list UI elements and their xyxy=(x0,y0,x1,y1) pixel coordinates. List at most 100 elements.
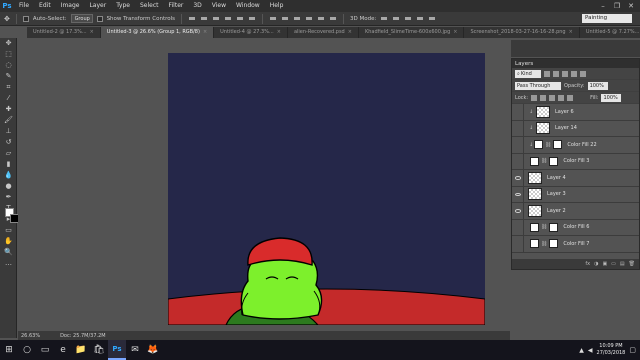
blend-mode-dropdown[interactable]: Pass Through xyxy=(515,81,561,90)
photoshop-icon[interactable]: Ps xyxy=(108,340,126,360)
layer-row[interactable]: Layer 2 xyxy=(512,202,639,220)
notifications-icon[interactable]: ▢ xyxy=(629,346,636,354)
new-layer-icon[interactable]: ▤ xyxy=(620,261,625,267)
lock-transparent-icon[interactable] xyxy=(531,94,538,101)
menu-file[interactable]: File xyxy=(14,0,34,12)
lock-all-icon[interactable] xyxy=(567,94,574,101)
fill-input[interactable]: 100% xyxy=(601,93,622,102)
fill-layer-thumbnail[interactable] xyxy=(530,239,539,249)
align-left-icon[interactable] xyxy=(224,15,232,23)
menu-layer[interactable]: Layer xyxy=(84,0,111,12)
layers-panel-title[interactable]: Layers xyxy=(515,61,533,67)
layer-row[interactable]: Layer 4 xyxy=(512,169,639,187)
lasso-tool-icon[interactable]: ◌ xyxy=(0,60,17,71)
close-tab-icon[interactable]: × xyxy=(453,29,457,35)
document-canvas[interactable] xyxy=(168,53,485,325)
crop-tool-icon[interactable]: ⌗ xyxy=(0,82,17,93)
layer-mask-thumbnail[interactable] xyxy=(553,140,563,150)
fill-layer-thumbnail[interactable] xyxy=(530,222,539,232)
layer-thumbnail[interactable] xyxy=(528,188,542,201)
add-mask-icon[interactable]: ▣ xyxy=(602,261,607,267)
3d-scale-icon[interactable] xyxy=(428,15,436,23)
lock-position-icon[interactable] xyxy=(549,94,556,101)
document-tab[interactable]: Khadfield_SlimeTime-600x600.jpg × xyxy=(358,27,465,38)
document-tab[interactable]: alien-Recovered.psd × xyxy=(287,27,359,38)
menu-image[interactable]: Image xyxy=(56,0,85,12)
auto-select-dropdown[interactable]: Group xyxy=(70,14,93,23)
volume-icon[interactable]: ◀ xyxy=(588,347,593,354)
3d-drag-icon[interactable] xyxy=(404,15,412,23)
align-bottom-icon[interactable] xyxy=(212,15,220,23)
start-icon[interactable]: ⊞ xyxy=(0,340,18,360)
align-right-icon[interactable] xyxy=(248,15,256,23)
blur-tool-icon[interactable]: 💧 xyxy=(0,170,17,181)
close-tab-icon[interactable]: × xyxy=(348,29,352,35)
filter-pixel-icon[interactable] xyxy=(544,70,550,77)
brush-tool-icon[interactable]: 🖌 xyxy=(0,115,17,126)
align-vcenter-icon[interactable] xyxy=(200,15,208,23)
document-tab[interactable]: Untitled-4 @ 27.3%... × xyxy=(214,27,288,38)
layer-mask-thumbnail[interactable] xyxy=(549,222,559,232)
filter-adjustment-icon[interactable] xyxy=(553,70,559,77)
hand-tool-icon[interactable]: ✋ xyxy=(0,236,17,247)
move-tool-icon[interactable]: ✥ xyxy=(0,38,17,49)
visibility-toggle[interactable] xyxy=(512,120,524,137)
delete-layer-icon[interactable]: 🗑 xyxy=(629,261,635,267)
filter-smart-object-icon[interactable] xyxy=(580,70,586,77)
layer-thumbnail[interactable] xyxy=(528,204,542,217)
menu-help[interactable]: Help xyxy=(265,0,289,12)
document-tab[interactable]: Untitled-5 @ 7.27%...× xyxy=(579,27,640,38)
new-group-icon[interactable]: ▭ xyxy=(611,261,616,267)
3d-slide-icon[interactable] xyxy=(416,15,424,23)
visibility-toggle[interactable] xyxy=(512,219,524,236)
visibility-toggle[interactable] xyxy=(512,186,524,203)
layer-thumbnail[interactable] xyxy=(536,105,550,118)
quick-select-tool-icon[interactable]: ✎ xyxy=(0,71,17,82)
zoom-level[interactable]: 26.63% xyxy=(21,333,40,339)
layer-row[interactable]: ↓ ⛓ Color Fill 22 xyxy=(512,136,639,154)
gradient-tool-icon[interactable]: ▮ xyxy=(0,159,17,170)
edge-browser-icon[interactable]: e xyxy=(54,340,72,360)
kind-filter-dropdown[interactable]: ⌕ Kind xyxy=(515,69,541,78)
layer-mask-thumbnail[interactable] xyxy=(549,156,559,166)
layer-row[interactable]: ⛓ Color Fill 7 xyxy=(512,235,639,253)
dodge-tool-icon[interactable]: ● xyxy=(0,181,17,192)
firefox-icon[interactable]: 🦊 xyxy=(144,340,162,360)
distribute-right-icon[interactable] xyxy=(329,15,337,23)
lock-image-icon[interactable] xyxy=(540,94,547,101)
visibility-toggle[interactable] xyxy=(512,136,524,153)
minimize-icon[interactable]: – xyxy=(596,0,610,12)
distribute-left-icon[interactable] xyxy=(305,15,313,23)
auto-select-checkbox[interactable] xyxy=(22,15,29,22)
layer-row[interactable]: ⛓ Color Fill 3 xyxy=(512,153,639,170)
fill-layer-thumbnail[interactable] xyxy=(530,156,539,166)
visibility-toggle[interactable] xyxy=(512,153,524,170)
distribute-top-icon[interactable] xyxy=(269,15,277,23)
3d-roll-icon[interactable] xyxy=(392,15,400,23)
restore-icon[interactable]: ❐ xyxy=(610,0,624,12)
fx-icon[interactable]: fx xyxy=(585,261,590,267)
visibility-toggle[interactable] xyxy=(512,169,524,186)
task-view-icon[interactable]: ▭ xyxy=(36,340,54,360)
history-brush-tool-icon[interactable]: ↺ xyxy=(0,137,17,148)
document-tab[interactable]: Untitled-2 @ 17.3%... × xyxy=(27,27,101,38)
document-tab[interactable]: Screenshot_2018-03-27-16-16-28.png × xyxy=(464,27,580,38)
menu-window[interactable]: Window xyxy=(231,0,265,12)
layer-row[interactable]: Layer 3 xyxy=(512,186,639,203)
visibility-toggle[interactable] xyxy=(512,202,524,219)
close-tab-icon[interactable]: × xyxy=(203,29,207,35)
menu-3d[interactable]: 3D xyxy=(188,0,206,12)
close-icon[interactable]: ✕ xyxy=(624,0,638,12)
layer-thumbnail[interactable] xyxy=(528,171,542,184)
layer-row[interactable]: ⛓ Color Fill 6 xyxy=(512,219,639,236)
more-tools-icon[interactable]: … xyxy=(0,258,17,269)
zoom-tool-icon[interactable]: 🔍 xyxy=(0,247,17,258)
eyedropper-tool-icon[interactable]: ⁄ xyxy=(0,93,17,104)
menu-type[interactable]: Type xyxy=(111,0,135,12)
clock[interactable]: 10:09 PM 27/03/2018 xyxy=(597,343,626,357)
store-icon[interactable]: 🛍 xyxy=(90,340,108,360)
transform-controls-checkbox[interactable] xyxy=(96,15,103,22)
file-explorer-icon[interactable]: 📁 xyxy=(72,340,90,360)
align-top-icon[interactable] xyxy=(188,15,196,23)
3d-rotate-icon[interactable] xyxy=(380,15,388,23)
